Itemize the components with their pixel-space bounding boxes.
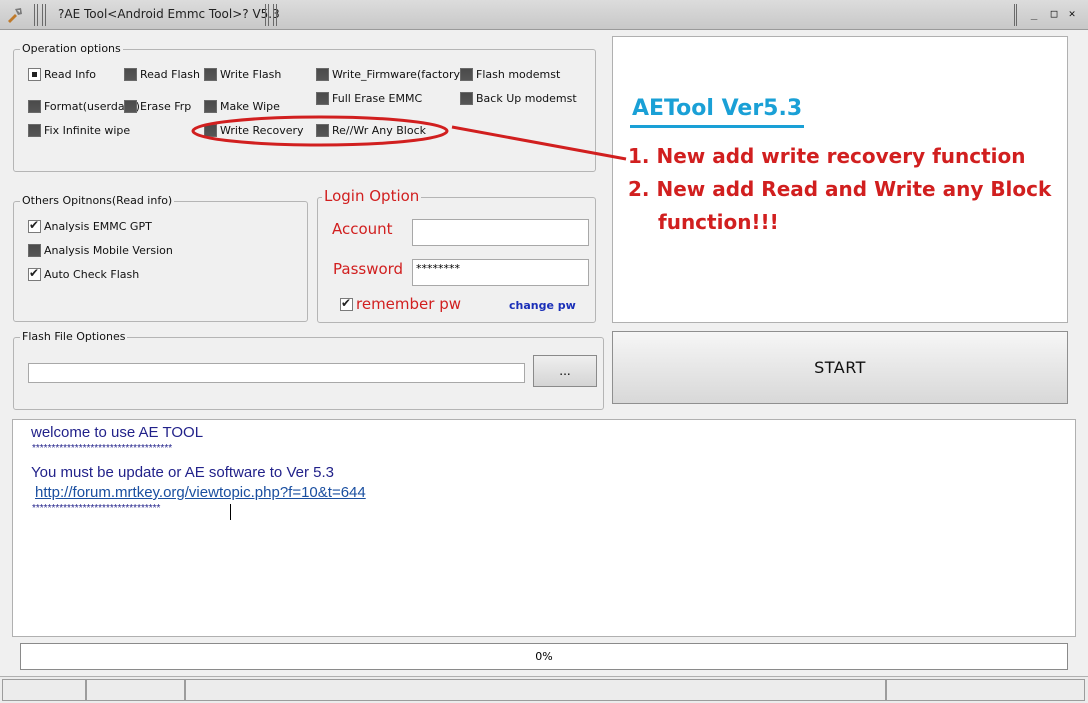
status-cell — [86, 679, 185, 701]
annotation-line-1: 1. New add write recovery function — [628, 144, 1026, 168]
erase-frp-radio[interactable]: Erase Frp — [124, 100, 191, 113]
radio-icon — [124, 68, 137, 81]
read-write-any-block-radio[interactable]: Re//Wr Any Block — [316, 124, 426, 137]
option-label: Analysis Mobile Version — [44, 244, 173, 257]
text-cursor — [230, 504, 231, 520]
account-input[interactable] — [412, 219, 589, 246]
title-separator — [1014, 4, 1017, 26]
annotation-title: AETool Ver5.3 — [632, 96, 803, 121]
title-bar[interactable]: ?AE Tool<Android Emmc Tool>? V5.3 _ □ ✕ — [0, 0, 1088, 30]
checkbox-icon: ✔ — [28, 266, 41, 281]
tool-app-icon — [8, 8, 22, 23]
annotation-line-2: 2. New add Read and Write any Block — [628, 177, 1052, 201]
radio-icon — [316, 68, 329, 81]
radio-icon — [28, 68, 41, 81]
option-label: Read Flash — [140, 68, 200, 81]
account-label: Account — [332, 220, 393, 238]
radio-icon — [124, 100, 137, 113]
option-label: Write Recovery — [220, 124, 304, 137]
option-label: Make Wipe — [220, 100, 280, 113]
auto-check-flash-checkbox[interactable]: ✔ Auto Check Flash — [28, 266, 140, 281]
annotation-line-3: function!!! — [658, 210, 779, 234]
status-cell — [2, 679, 86, 701]
radio-icon — [460, 68, 473, 81]
flash-modemst-radio[interactable]: Flash modemst — [460, 68, 560, 81]
change-pw-link[interactable]: change pw — [509, 299, 576, 312]
radio-icon — [316, 92, 329, 105]
title-separator — [273, 4, 277, 26]
browse-button[interactable]: ... — [533, 355, 597, 387]
checkbox-icon: ✔ — [340, 295, 353, 311]
progress-label: 0% — [535, 650, 553, 663]
option-label: Read Info — [44, 68, 96, 81]
radio-icon — [316, 124, 329, 137]
back-up-modemst-radio[interactable]: Back Up modemst — [460, 92, 577, 105]
flash-file-path-input[interactable] — [28, 363, 525, 383]
title-separator — [42, 4, 46, 26]
remember-pw-label: remember pw — [356, 295, 461, 313]
option-label: Write_Firmware(factory) — [332, 68, 465, 81]
status-cell — [886, 679, 1085, 701]
option-label: Fix Infinite wipe — [44, 124, 131, 137]
make-wipe-radio[interactable]: Make Wipe — [204, 100, 280, 113]
progress-bar: 0% — [20, 643, 1068, 670]
log-line: ********************************* — [32, 503, 161, 514]
title-separator — [265, 4, 269, 26]
option-label: Re//Wr Any Block — [332, 124, 426, 137]
minimize-button[interactable]: _ — [1025, 8, 1043, 21]
option-label: Auto Check Flash — [44, 268, 140, 281]
option-label: Erase Frp — [140, 100, 192, 113]
checkbox-icon — [28, 244, 41, 257]
remember-pw-checkbox[interactable]: ✔ remember pw — [340, 295, 461, 313]
checkbox-icon: ✔ — [28, 218, 41, 233]
group-title: Others Opitnons(Read info) — [20, 194, 175, 207]
log-line: ************************************ — [32, 443, 173, 454]
radio-icon — [204, 124, 217, 137]
read-flash-radio[interactable]: Read Flash — [124, 68, 200, 81]
option-label: Full Erase EMMC — [332, 92, 423, 105]
password-label: Password — [333, 260, 404, 278]
radio-icon — [204, 100, 217, 113]
option-label: Back Up modemst — [476, 92, 577, 105]
forum-link[interactable]: http://forum.mrtkey.org/viewtopic.php?f=… — [35, 484, 366, 501]
start-button[interactable]: START — [612, 331, 1068, 404]
status-bar — [0, 676, 1088, 703]
window-title: ?AE Tool<Android Emmc Tool>? V5.3 — [58, 7, 280, 21]
option-label: Analysis EMMC GPT — [44, 220, 152, 233]
log-line: welcome to use AE TOOL — [31, 424, 204, 441]
radio-icon — [204, 68, 217, 81]
fix-infinite-wipe-radio[interactable]: Fix Infinite wipe — [28, 124, 130, 137]
radio-icon — [460, 92, 473, 105]
write-flash-radio[interactable]: Write Flash — [204, 68, 281, 81]
read-info-radio[interactable]: Read Info — [28, 68, 96, 81]
log-line: You must be update or AE software to Ver… — [31, 464, 334, 481]
close-button[interactable]: ✕ — [1063, 8, 1081, 21]
radio-icon — [28, 100, 41, 113]
title-separator — [34, 4, 38, 26]
group-title: Flash File Optiones — [20, 330, 128, 343]
analysis-mobile-version-checkbox[interactable]: Analysis Mobile Version — [28, 244, 173, 257]
password-input[interactable]: ******** — [412, 259, 589, 286]
login-group-title: Login Option — [322, 187, 422, 205]
status-cell — [185, 679, 886, 701]
analysis-emmc-gpt-checkbox[interactable]: ✔ Analysis EMMC GPT — [28, 218, 152, 233]
annotation-underline — [630, 125, 804, 128]
write-firmware-radio[interactable]: Write_Firmware(factory) — [316, 68, 464, 81]
write-recovery-radio[interactable]: Write Recovery — [204, 124, 304, 137]
log-output[interactable]: welcome to use AE TOOL *****************… — [12, 419, 1076, 637]
full-erase-emmc-radio[interactable]: Full Erase EMMC — [316, 92, 422, 105]
option-label: Flash modemst — [476, 68, 561, 81]
radio-icon — [28, 124, 41, 137]
maximize-button[interactable]: □ — [1045, 8, 1063, 21]
group-title: Operation options — [20, 42, 123, 55]
option-label: Write Flash — [220, 68, 282, 81]
app-window: ?AE Tool<Android Emmc Tool>? V5.3 _ □ ✕ … — [0, 0, 1088, 703]
